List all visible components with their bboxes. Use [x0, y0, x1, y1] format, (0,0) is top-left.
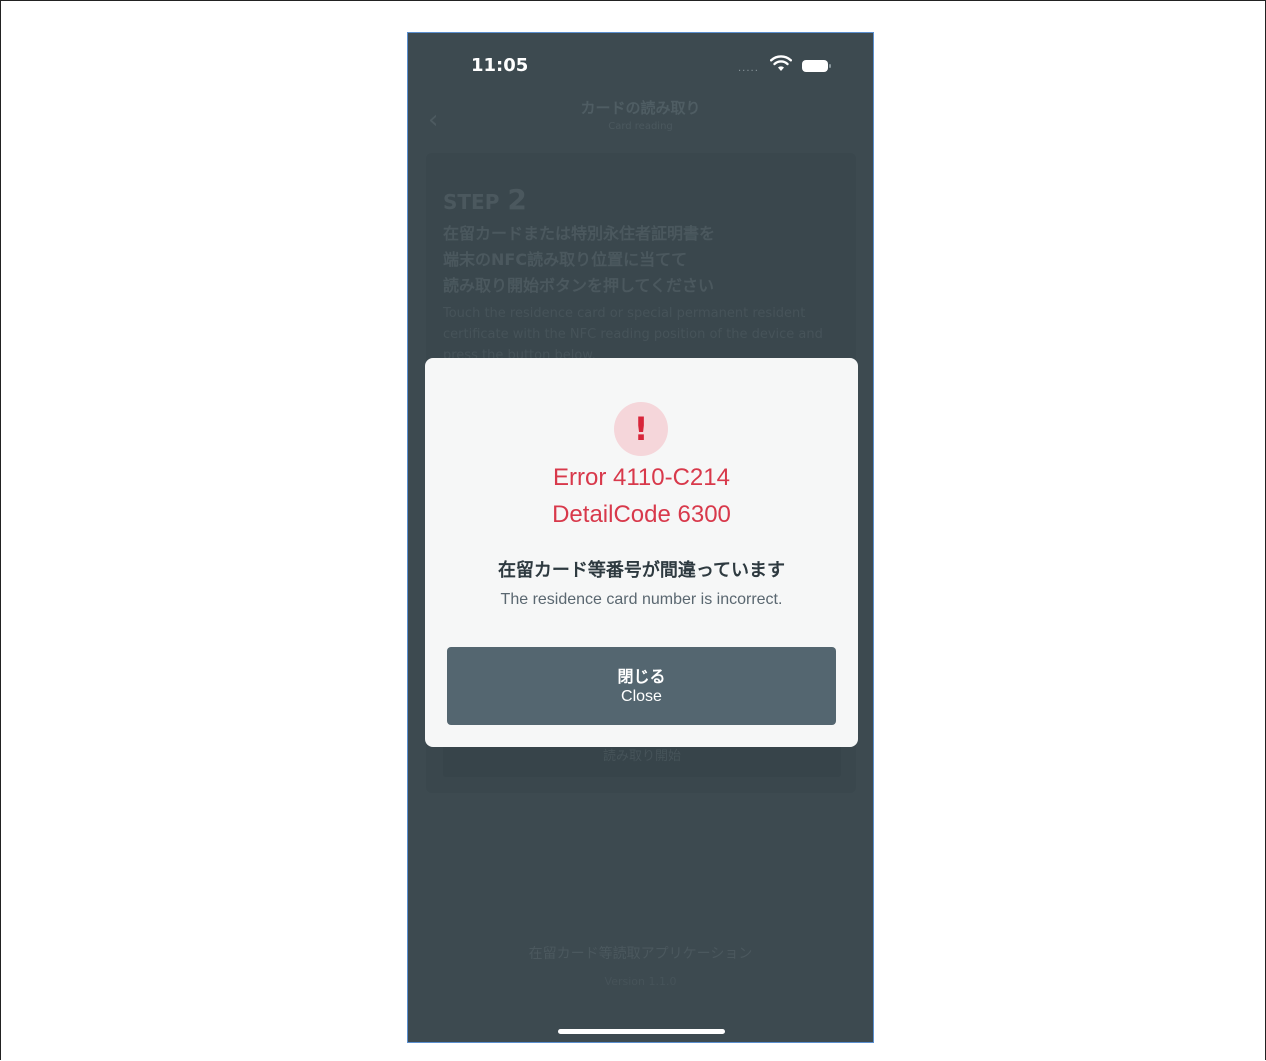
close-label-en: Close	[621, 688, 662, 705]
instruction-jp: 在留カードまたは特別永住者証明書を 端末のNFC読み取り位置に当てて 読み取り開…	[443, 224, 716, 295]
exclamation-icon: !	[614, 402, 668, 456]
home-indicator[interactable]	[558, 1029, 725, 1034]
instruction-en: Touch the residence card or special perm…	[443, 306, 823, 363]
error-message-en: The residence card number is incorrect.	[500, 591, 783, 608]
error-code: Error 4110-C214	[553, 464, 730, 491]
close-label-jp: 閉じる	[617, 667, 666, 686]
close-button[interactable]: 閉じる Close	[447, 647, 836, 725]
detail-code: DetailCode 6300	[552, 501, 731, 528]
app-version: Version 1.1.0	[604, 975, 677, 988]
phone-screen: 11:05 ..... ‹ カードの読み取り Card reading STEP…	[407, 32, 874, 1043]
nav-title: カードの読み取り	[580, 99, 701, 117]
error-message-jp: 在留カード等番号が間違っています	[497, 560, 786, 581]
step-number: 2	[507, 183, 527, 216]
app-name: 在留カード等読取アプリケーション	[528, 946, 753, 962]
error-dialog: ! Error 4110-C214 DetailCode 6300 在留カード等…	[425, 358, 858, 747]
step-label: STEP 2	[443, 183, 527, 216]
step-label-text: STEP	[443, 190, 500, 214]
nav-subtitle: Card reading	[608, 121, 673, 132]
